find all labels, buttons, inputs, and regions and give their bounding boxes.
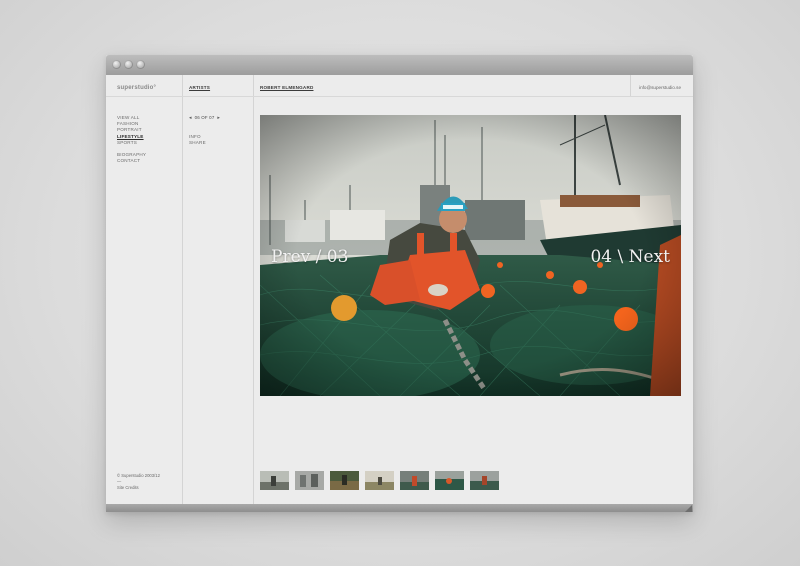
image-counter: ◂ 06 OF 07 ▸ [189,115,220,121]
next-image-button[interactable]: 04 \ Next [590,247,670,267]
resize-grip-icon[interactable] [685,505,692,512]
artists-link[interactable]: ARTISTS [189,85,210,90]
copyright-text: © Superstudio 2003/12 [117,473,160,478]
category-nav: VIEW ALL FASHION PORTRAIT LIFESTYLE SPOR… [117,115,146,164]
footer-credits: © Superstudio 2003/12 — Site Credits [117,473,160,491]
column-divider-left [182,75,183,504]
zoom-window-button[interactable] [136,60,145,69]
page-content: superstudio° ARTISTS ROBERT ELMENGARD in… [106,75,693,504]
thumbnail-6[interactable] [435,471,464,490]
thumbnail-4[interactable] [365,471,394,490]
thumbnail-7[interactable] [470,471,499,490]
close-window-button[interactable] [112,60,121,69]
site-credits-link[interactable]: Site Credits [117,485,160,491]
window-statusbar [106,504,693,512]
prev-arrow-icon[interactable]: ◂ [189,115,192,121]
email-link[interactable]: info@superstudio.se [639,85,681,90]
next-arrow-icon[interactable]: ▸ [217,115,220,121]
window-titlebar[interactable] [106,55,693,75]
image-actions: INFO SHARE [189,134,206,146]
nav-item-lifestyle[interactable]: LIFESTYLE [117,134,146,140]
share-link[interactable]: SHARE [189,140,206,146]
prev-image-button[interactable]: Prev / 03 [271,247,348,267]
nav-item-contact[interactable]: CONTACT [117,158,146,164]
counter-text: 06 OF 07 [194,115,215,120]
main-photo[interactable]: Prev / 03 04 \ Next [260,115,681,396]
minimize-window-button[interactable] [124,60,133,69]
column-divider-right [630,75,631,96]
site-logo[interactable]: superstudio° [117,85,156,91]
thumbnail-3[interactable] [330,471,359,490]
thumbnail-1[interactable] [260,471,289,490]
browser-window: superstudio° ARTISTS ROBERT ELMENGARD in… [106,55,693,512]
thumbnail-5[interactable] [400,471,429,490]
column-divider-middle [253,75,254,504]
artist-name-link[interactable]: ROBERT ELMENGARD [260,85,313,90]
thumbnail-2[interactable] [295,471,324,490]
header-divider [106,96,693,97]
